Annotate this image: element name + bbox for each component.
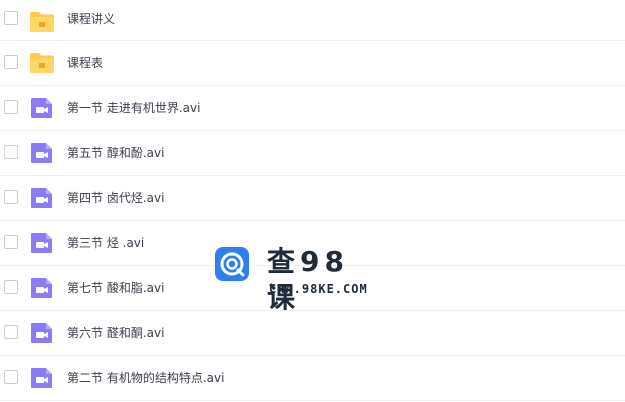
video-file-icon	[29, 232, 55, 254]
file-name[interactable]: 第二节 有机物的结构特点.avi	[67, 370, 224, 386]
list-item-video[interactable]: 第六节 醛和酮.avi	[0, 311, 625, 356]
file-name[interactable]: 第一节 走进有机世界.avi	[67, 100, 200, 116]
folder-icon	[29, 52, 55, 74]
select-checkbox[interactable]	[4, 100, 18, 114]
select-checkbox[interactable]	[4, 55, 18, 69]
file-name[interactable]: 课程表	[67, 55, 103, 71]
video-file-icon	[29, 97, 55, 119]
file-list: 课程讲义 课程表 第一节 走进有机世界.avi 第五节 醇和酚.avi 第四节 …	[0, 0, 625, 401]
video-file-icon	[29, 142, 55, 164]
video-file-icon	[29, 187, 55, 209]
file-name[interactable]: 第四节 卤代烃.avi	[67, 190, 164, 206]
video-file-icon	[29, 367, 55, 389]
select-checkbox[interactable]	[4, 280, 18, 294]
list-item-video[interactable]: 第四节 卤代烃.avi	[0, 176, 625, 221]
select-checkbox[interactable]	[4, 190, 18, 204]
list-item-video[interactable]: 第二节 有机物的结构特点.avi	[0, 356, 625, 401]
list-item-folder[interactable]: 课程表	[0, 41, 625, 86]
file-name[interactable]: 第七节 酸和脂.avi	[67, 280, 164, 296]
select-checkbox[interactable]	[4, 370, 18, 384]
video-file-icon	[29, 322, 55, 344]
file-name[interactable]: 第三节 烃 .avi	[67, 235, 144, 251]
list-item-video[interactable]: 第五节 醇和酚.avi	[0, 131, 625, 176]
list-item-video[interactable]: 第七节 酸和脂.avi	[0, 266, 625, 311]
select-checkbox[interactable]	[4, 11, 18, 25]
video-file-icon	[29, 277, 55, 299]
list-item-video[interactable]: 第三节 烃 .avi	[0, 221, 625, 266]
select-checkbox[interactable]	[4, 145, 18, 159]
list-item-video[interactable]: 第一节 走进有机世界.avi	[0, 86, 625, 131]
file-name[interactable]: 第五节 醇和酚.avi	[67, 145, 164, 161]
folder-icon	[29, 11, 55, 33]
select-checkbox[interactable]	[4, 325, 18, 339]
list-item-folder[interactable]: 课程讲义	[0, 0, 625, 41]
file-name[interactable]: 第六节 醛和酮.avi	[67, 325, 164, 341]
file-name[interactable]: 课程讲义	[67, 11, 115, 27]
select-checkbox[interactable]	[4, 235, 18, 249]
